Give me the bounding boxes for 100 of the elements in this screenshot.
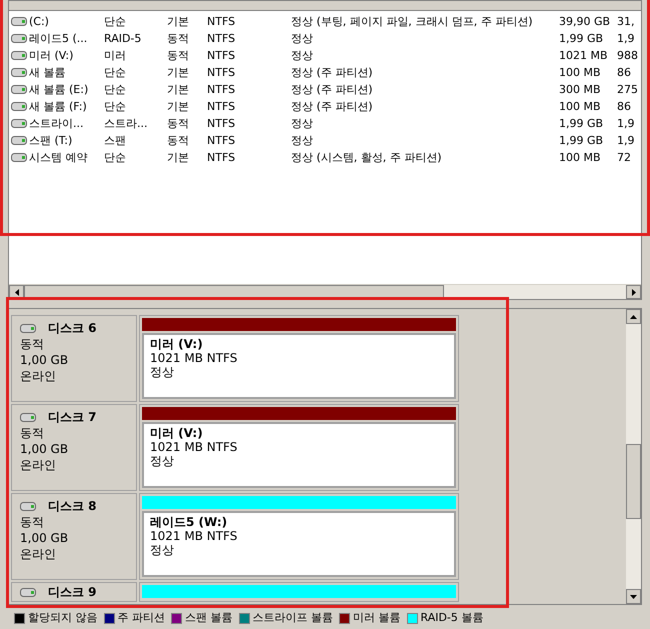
scroll-up-button[interactable]	[626, 309, 641, 324]
scroll-thumb[interactable]	[626, 444, 641, 519]
legend-label: 미러 볼륨	[353, 610, 400, 626]
volume-detail: 1021 MB NTFS	[150, 440, 238, 454]
drive-icon	[11, 85, 27, 94]
free-space-cell-text: 1,9	[617, 133, 634, 149]
layout-cell-text: 스트라...	[104, 116, 148, 132]
disk-size: 1,00 GB	[20, 441, 70, 457]
filesystem-cell-text: NTFS	[207, 14, 236, 30]
volume-name: (C:)	[29, 14, 49, 30]
capacity-cell-text: 1,99 GB	[559, 116, 604, 132]
drive-icon	[11, 102, 27, 111]
type-cell-text: 기본	[167, 150, 190, 166]
disk-type: 동적	[20, 514, 45, 530]
volume-name: 새 볼륨	[29, 65, 66, 81]
filesystem-cell-text: NTFS	[207, 82, 236, 98]
disk-size: 1,00 GB	[20, 352, 70, 368]
filesystem-cell-text: NTFS	[207, 133, 236, 149]
scroll-right-button[interactable]	[626, 285, 641, 299]
filesystem-cell-text: NTFS	[207, 48, 236, 64]
type-cell-text: 기본	[167, 65, 190, 81]
status-cell-text: 정상 (시스템, 활성, 주 파티션)	[291, 150, 443, 166]
volume-detail: 1021 MB NTFS	[150, 351, 238, 365]
status-cell-text: 정상	[291, 133, 314, 149]
drive-icon	[11, 51, 27, 60]
volume-status: 정상	[150, 365, 175, 379]
status-cell-text: 정상 (주 파티션)	[291, 82, 374, 98]
capacity-cell-text: 1021 MB	[559, 48, 609, 64]
capacity-cell-text: 100 MB	[559, 99, 602, 115]
volume-name: 시스템 예약	[29, 150, 88, 166]
layout-cell-text: 미러	[104, 48, 127, 64]
type-cell-text: 기본	[167, 99, 190, 115]
left-arrow-icon	[14, 288, 18, 296]
drive-icon	[20, 588, 36, 596]
disk-name: 디스크 6	[48, 320, 97, 336]
disk-type: 동적	[20, 336, 45, 352]
legend-label: 할당되지 않음	[28, 610, 98, 626]
free-space-cell-text: 1,9	[617, 31, 634, 47]
type-cell-text: 동적	[167, 31, 190, 47]
type-cell-text: 동적	[167, 133, 190, 149]
drive-icon	[11, 17, 27, 26]
volume-block[interactable]: 레이드5 (W:) 1021 MB NTFS 정상	[142, 511, 456, 577]
down-arrow-icon	[630, 594, 637, 598]
capacity-cell-text: 1,99 GB	[559, 133, 604, 149]
legend-label: 스트라이프 볼륨	[252, 610, 333, 626]
drive-icon	[11, 136, 27, 145]
free-space-cell-text: 86	[617, 65, 631, 81]
volume-name: 새 볼륨 (E:)	[29, 82, 88, 98]
capacity-cell-text: 100 MB	[559, 65, 602, 81]
volume-label: 미러 (V:)	[150, 426, 204, 440]
disk-type: 동적	[20, 425, 45, 441]
volume-label: 미러 (V:)	[150, 337, 204, 351]
free-space-cell-text: 988	[617, 48, 638, 64]
status-cell-text: 정상	[291, 48, 314, 64]
volume-name: 미러 (V:)	[29, 48, 74, 64]
volume-block[interactable]: 미러 (V:) 1021 MB NTFS 정상	[142, 333, 456, 399]
capacity-cell-text: 1,99 GB	[559, 31, 604, 47]
scroll-down-button[interactable]	[626, 589, 641, 604]
disk-state: 온라인	[20, 546, 57, 562]
layout-cell-text: 단순	[104, 99, 127, 115]
volume-name: 레이드5 (...	[29, 31, 88, 47]
volume-block[interactable]: 미러 (V:) 1021 MB NTFS 정상	[142, 422, 456, 488]
disk-name: 디스크 9	[48, 584, 97, 600]
layout-cell-text: 단순	[104, 150, 127, 166]
free-space-cell-text: 1,9	[617, 116, 634, 132]
layout-cell-text: 스팬	[104, 133, 127, 149]
disk-size: 1,00 GB	[20, 530, 70, 546]
type-cell-text: 기본	[167, 14, 190, 30]
drive-icon	[11, 153, 27, 162]
legend-label: 스팬 볼륨	[185, 610, 232, 626]
drive-icon	[11, 68, 27, 77]
vertical-scrollbar[interactable]	[626, 309, 641, 604]
capacity-cell-text: 39,90 GB	[559, 14, 612, 30]
layout-cell-text: 단순	[104, 14, 127, 30]
disk-name: 디스크 8	[48, 498, 97, 514]
status-cell-text: 정상	[291, 116, 314, 132]
free-space-cell-text: 275	[617, 82, 638, 98]
status-cell-text: 정상 (주 파티션)	[291, 65, 374, 81]
drive-icon	[20, 412, 36, 422]
volume-name: 새 볼륨 (F:)	[29, 99, 87, 115]
type-cell-text: 동적	[167, 48, 190, 64]
type-cell-text: 기본	[167, 82, 190, 98]
disk-state: 온라인	[20, 368, 57, 384]
volume-name: 스팬 (T:)	[29, 133, 72, 149]
drive-icon	[20, 324, 36, 332]
legend-label: RAID-5 볼륨	[420, 610, 484, 626]
drive-icon	[11, 119, 27, 128]
layout-cell-text: RAID-5	[104, 31, 142, 47]
right-arrow-icon	[632, 288, 636, 296]
capacity-cell-text: 300 MB	[559, 82, 602, 98]
filesystem-cell-text: NTFS	[207, 150, 236, 166]
free-space-cell-text: 86	[617, 99, 631, 115]
drive-icon	[20, 502, 36, 510]
volume-name: 스트라이...	[29, 116, 84, 132]
volume-status: 정상	[150, 543, 175, 557]
up-arrow-icon	[630, 314, 637, 318]
free-space-cell-text: 31,	[617, 14, 634, 30]
status-cell-text: 정상 (부팅, 페이지 파일, 크래시 덤프, 주 파티션)	[291, 14, 534, 30]
status-cell-text: 정상 (주 파티션)	[291, 99, 374, 115]
disk-state: 온라인	[20, 457, 57, 473]
